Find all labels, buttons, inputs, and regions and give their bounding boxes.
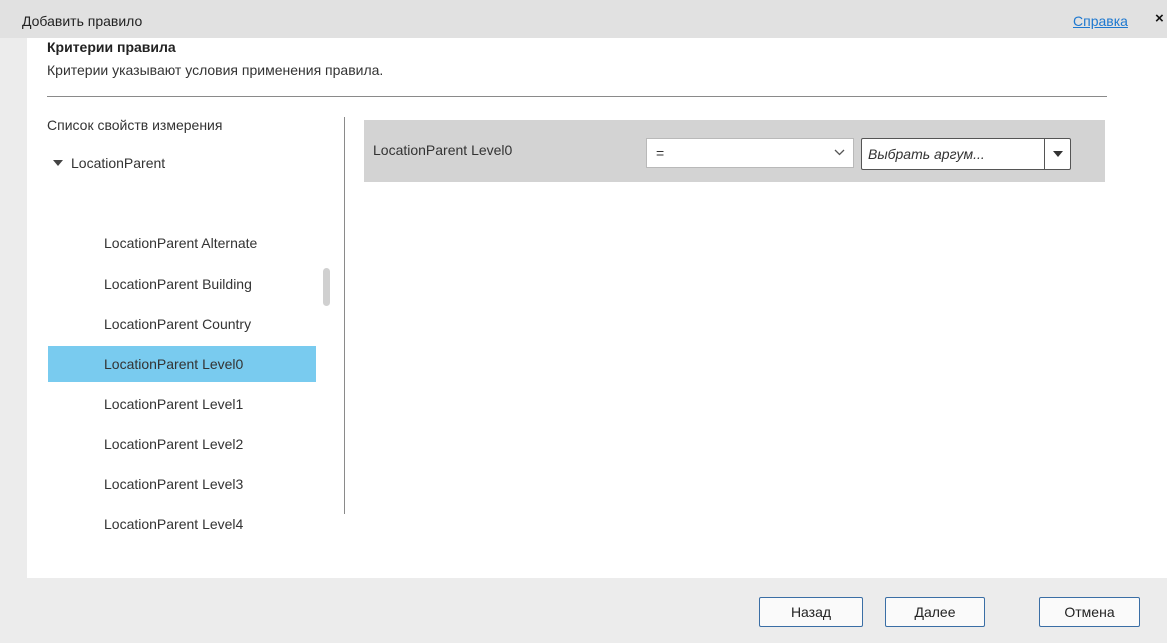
- back-button[interactable]: Назад: [759, 597, 863, 627]
- dialog-titlebar: Добавить правило Справка ×: [0, 0, 1167, 38]
- argument-combobox: [861, 138, 1071, 170]
- tree-root-label: LocationParent: [71, 155, 166, 171]
- argument-input[interactable]: [862, 139, 1042, 169]
- tree-item[interactable]: LocationParent Alternate: [48, 225, 316, 261]
- tree-item[interactable]: LocationParent Level4: [48, 506, 316, 542]
- help-link[interactable]: Справка: [1073, 13, 1128, 29]
- tree-item-label: LocationParent Level1: [104, 396, 244, 412]
- criterion-label: LocationParent Level0: [373, 142, 513, 158]
- tree-item-label: LocationParent Country: [104, 316, 252, 332]
- tree-item[interactable]: LocationParent Level3: [48, 466, 316, 502]
- caret-down-icon[interactable]: [53, 160, 63, 166]
- tree-item[interactable]: LocationParent Level1: [48, 386, 316, 422]
- tree-item-label: LocationParent Alternate: [104, 235, 258, 251]
- tree-item[interactable]: LocationParent Level2: [48, 426, 316, 462]
- chevron-down-icon: [834, 146, 845, 161]
- section-title: Критерии правила: [47, 39, 176, 55]
- tree-item-label: LocationParent Building: [104, 276, 252, 292]
- add-rule-dialog: Добавить правило Справка × Критерии прав…: [0, 0, 1167, 643]
- property-list-heading: Список свойств измерения: [47, 117, 223, 133]
- tree-item-label: LocationParent Level3: [104, 476, 244, 492]
- tree-item[interactable]: LocationParent Building: [48, 266, 316, 302]
- dropdown-triangle-icon: [1053, 151, 1063, 157]
- cancel-button[interactable]: Отмена: [1039, 597, 1140, 627]
- panel-divider: [344, 117, 345, 514]
- tree-root-locationparent[interactable]: LocationParent: [53, 153, 165, 173]
- tree-item-selected[interactable]: LocationParent Level0: [48, 346, 316, 382]
- section-divider: [47, 96, 1107, 97]
- argument-dropdown-button[interactable]: [1044, 139, 1070, 169]
- criterion-row: LocationParent Level0 =: [364, 120, 1105, 182]
- operator-value: =: [656, 145, 665, 161]
- dialog-title: Добавить правило: [22, 13, 143, 29]
- close-icon[interactable]: ×: [1155, 11, 1167, 26]
- property-list-scrollbar[interactable]: [323, 268, 330, 306]
- tree-item-label: LocationParent Level4: [104, 516, 244, 532]
- next-button[interactable]: Далее: [885, 597, 985, 627]
- tree-item[interactable]: LocationParent Country: [48, 306, 316, 342]
- operator-select[interactable]: =: [646, 138, 854, 168]
- section-description: Критерии указывают условия применения пр…: [47, 62, 384, 78]
- tree-item-label: LocationParent Level2: [104, 436, 244, 452]
- tree-item-label: LocationParent Level0: [104, 356, 244, 372]
